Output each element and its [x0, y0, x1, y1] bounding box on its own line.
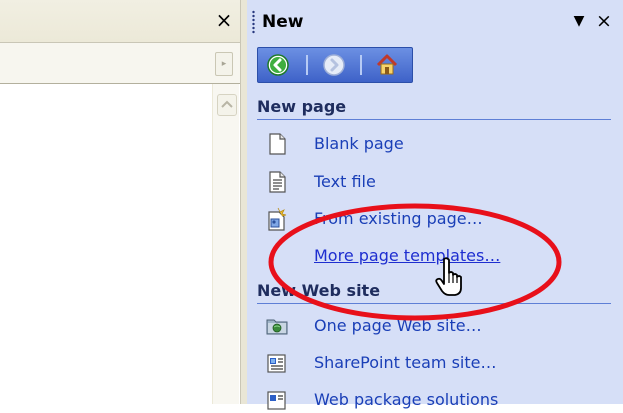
hand-pointer-icon [435, 257, 462, 296]
task-pane: New ▼ × New page Blank page Text file Fr… [247, 0, 623, 410]
task-pane-title: New [262, 12, 304, 32]
section-heading-new-page: New page [257, 97, 611, 120]
back-button[interactable] [266, 53, 290, 77]
left-pane-header: × [0, 0, 240, 43]
text-file-icon [269, 171, 286, 193]
close-icon[interactable]: × [594, 11, 614, 31]
web-package-solutions-label[interactable]: Web package solutions [314, 390, 498, 409]
left-pane-tab-bar: ▸ [0, 43, 240, 84]
dropdown-arrow-icon[interactable]: ▼ [571, 13, 587, 29]
existing-page-icon [268, 207, 287, 231]
sharepoint-team-site-label[interactable]: SharePoint team site… [314, 353, 496, 372]
web-package-icon [267, 391, 286, 410]
blank-page-label[interactable]: Blank page [314, 134, 404, 153]
forward-button[interactable] [322, 53, 346, 77]
one-page-web-site-label[interactable]: One page Web site… [314, 316, 482, 335]
task-pane-header: New ▼ × [247, 0, 623, 44]
scroll-right-button[interactable]: ▸ [215, 52, 233, 76]
back-arrow-icon [267, 54, 289, 76]
home-icon [376, 54, 398, 75]
sharepoint-icon [267, 354, 286, 373]
text-file-label[interactable]: Text file [314, 172, 376, 191]
from-existing-page-label[interactable]: From existing page… [314, 209, 483, 228]
vertical-scrollbar[interactable] [212, 84, 239, 404]
separator [360, 55, 362, 75]
web-site-folder-icon [266, 319, 288, 335]
blank-page-icon [269, 133, 286, 155]
grip-icon[interactable] [252, 10, 255, 34]
separator [306, 55, 308, 75]
scroll-up-button[interactable] [217, 94, 237, 116]
home-button[interactable] [375, 53, 399, 77]
close-icon[interactable]: × [212, 6, 236, 34]
more-page-templates-label[interactable]: More page templates… [314, 246, 500, 265]
left-pane: × ▸ [0, 0, 240, 404]
forward-arrow-icon [323, 54, 345, 76]
chevron-up-icon [221, 100, 233, 108]
task-pane-nav-bar [257, 47, 413, 83]
